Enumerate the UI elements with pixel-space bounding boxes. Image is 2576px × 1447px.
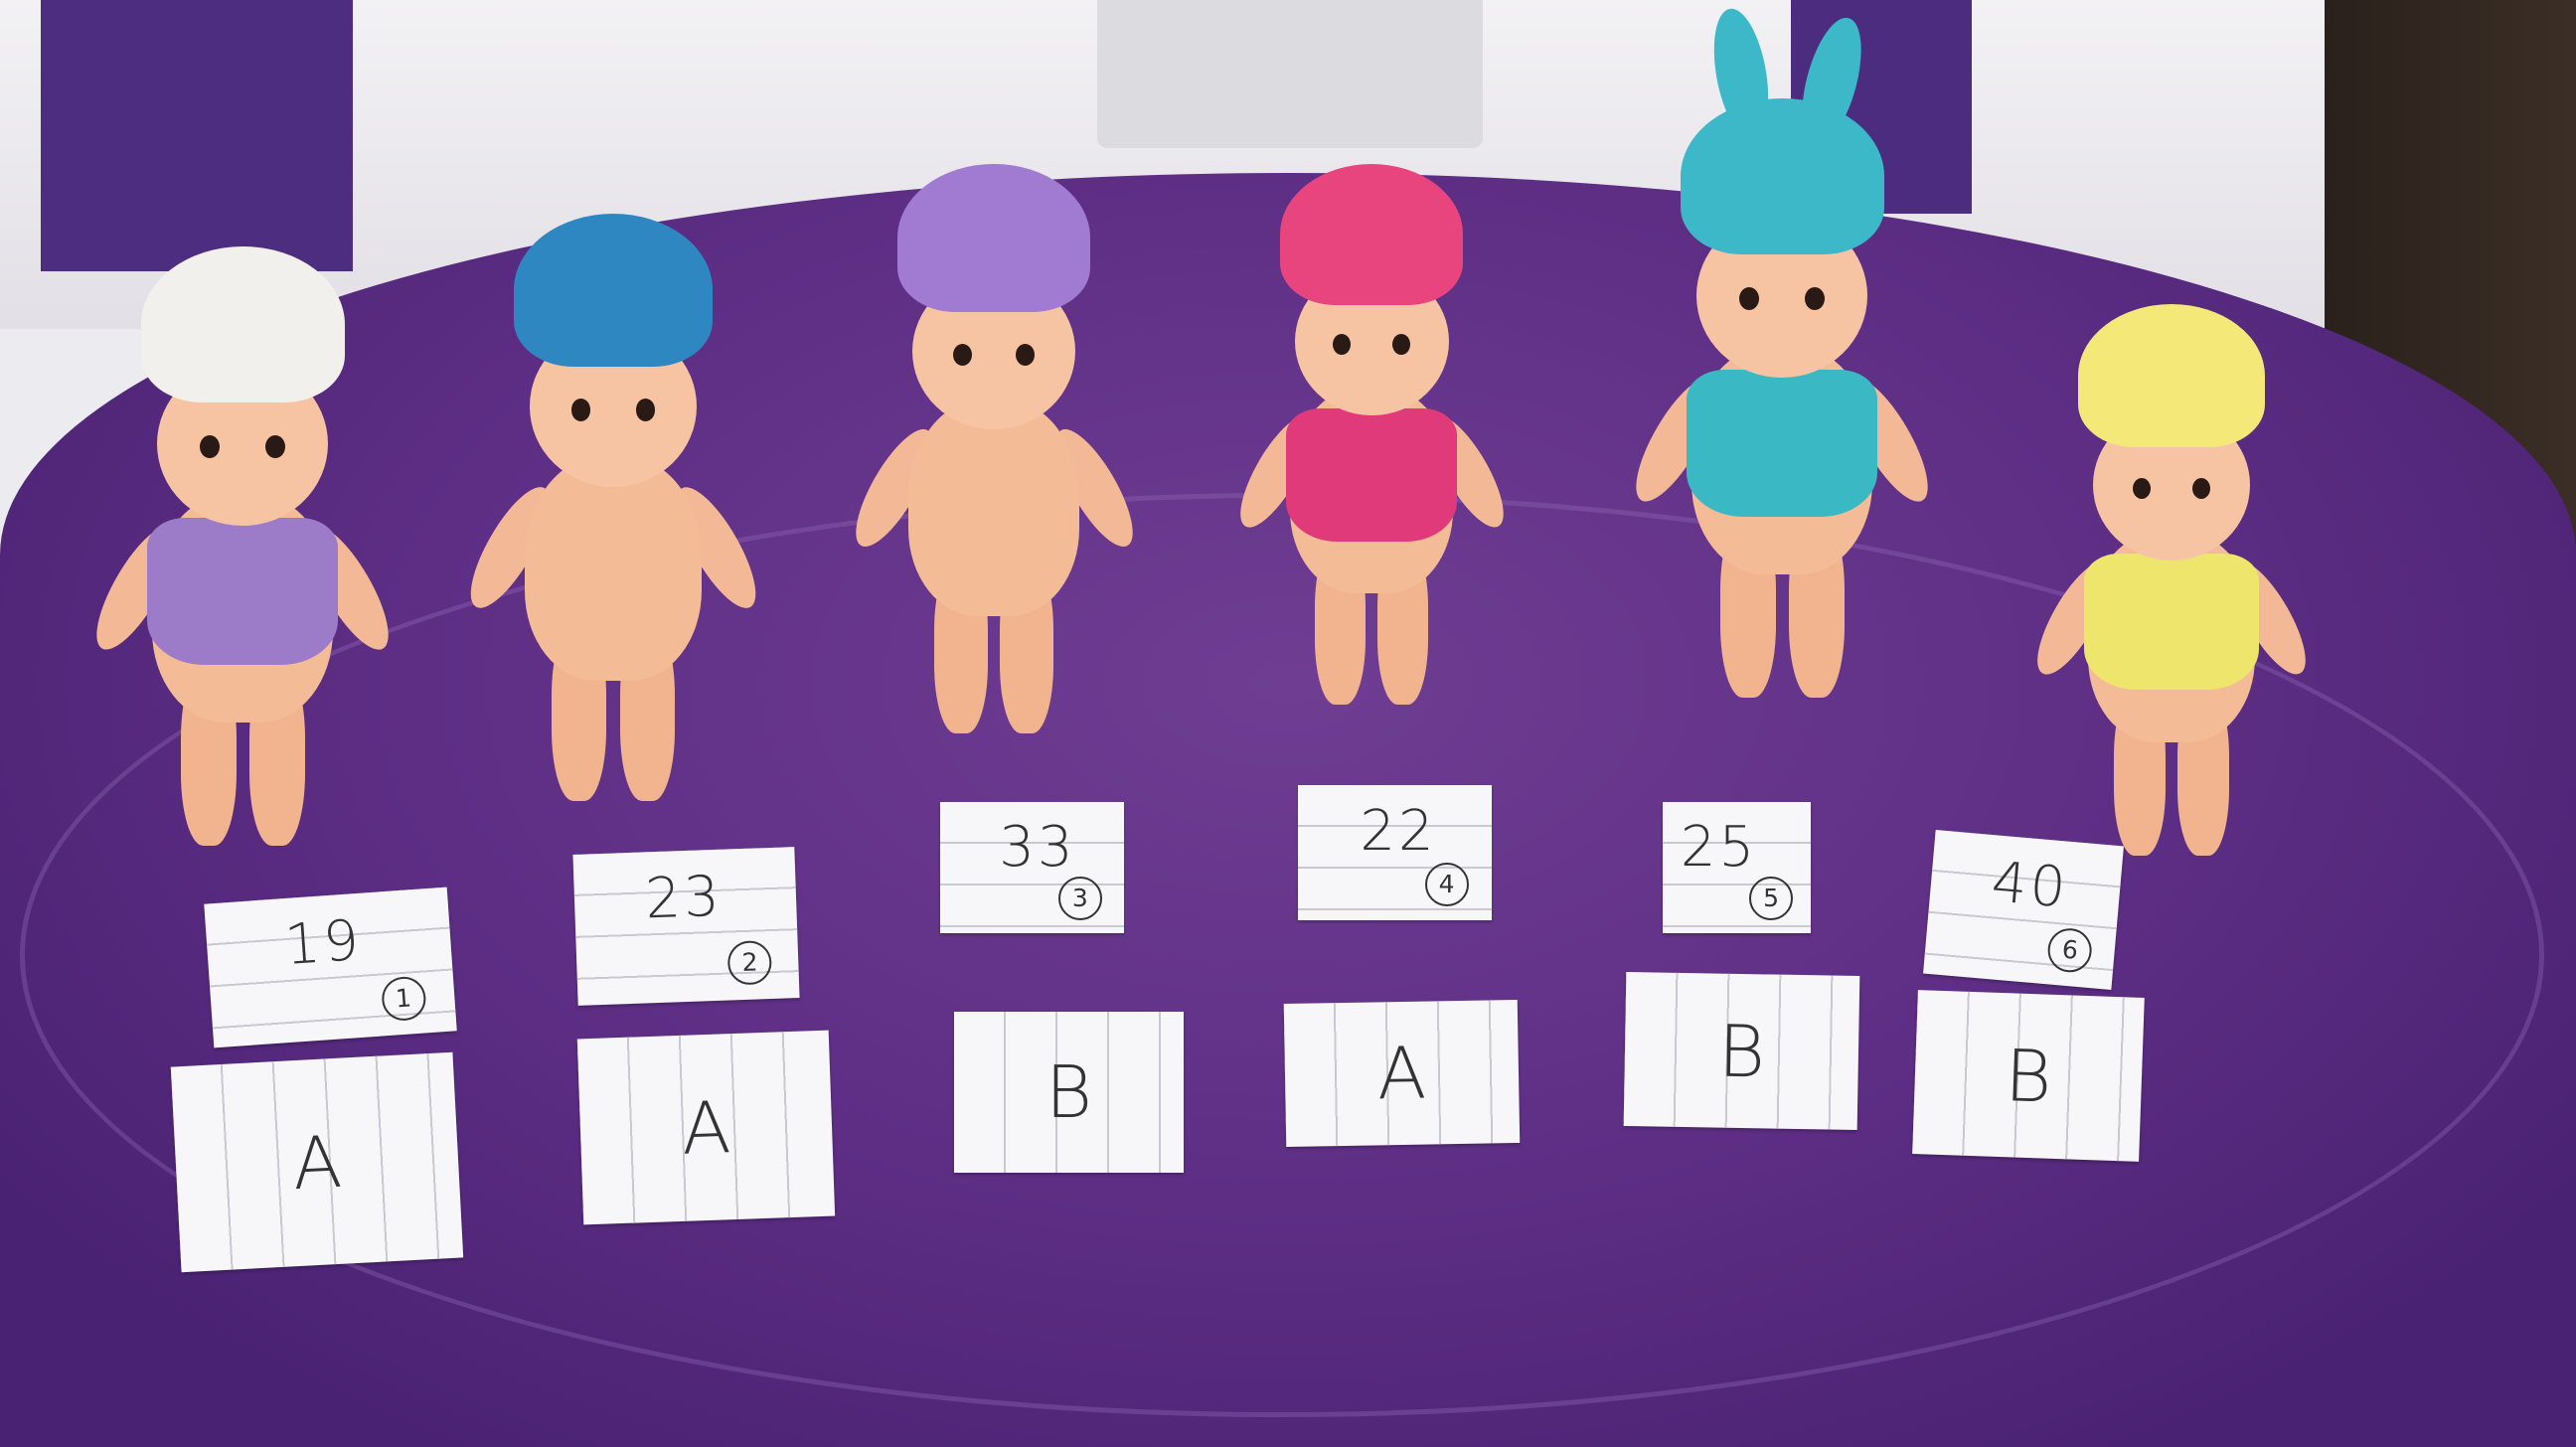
figurine-outfit xyxy=(147,517,339,666)
figurine-hat xyxy=(1680,98,1884,254)
letter-note-5: B xyxy=(1623,971,1860,1131)
eye xyxy=(953,343,972,366)
number-note-6: 40 6 xyxy=(1923,829,2124,991)
note-index: 1 xyxy=(380,974,427,1022)
note-number: 19 xyxy=(282,907,365,978)
figurine-hat xyxy=(513,214,714,367)
note-index: 6 xyxy=(2046,925,2094,974)
figurine-hat xyxy=(2077,304,2266,448)
letter-note-4: A xyxy=(1283,999,1521,1148)
note-number: 22 xyxy=(1360,798,1437,864)
figurine-hat xyxy=(1279,164,1464,305)
note-number: 33 xyxy=(999,815,1076,881)
eye xyxy=(2132,477,2151,500)
letter-note-6: B xyxy=(1912,990,2145,1162)
figurine-6 xyxy=(2020,304,2323,879)
number-note-2: 23 2 xyxy=(572,847,800,1006)
figurine-hat xyxy=(140,246,345,402)
number-note-1: 19 1 xyxy=(204,886,457,1048)
note-number: 40 xyxy=(1989,849,2071,921)
wall-panel xyxy=(1097,0,1483,148)
note-letter: A xyxy=(290,1119,344,1206)
figurine-4 xyxy=(1223,164,1520,726)
figurine-outfit xyxy=(1687,369,1878,518)
note-number: 23 xyxy=(644,864,724,932)
letter-note-1: A xyxy=(170,1051,464,1273)
note-index: 4 xyxy=(1424,863,1469,907)
letter-note-2: A xyxy=(576,1030,836,1225)
figurine-hat xyxy=(896,164,1091,313)
figurine-2 xyxy=(452,214,774,826)
note-index: 5 xyxy=(1749,876,1794,920)
note-letter: A xyxy=(680,1084,732,1171)
figurine-outfit xyxy=(1285,407,1458,542)
figurine-outfit xyxy=(2083,553,2260,690)
letter-note-3: B xyxy=(954,1012,1184,1173)
eye xyxy=(1391,334,1410,356)
chair-back-left xyxy=(41,0,353,271)
figurine-5 xyxy=(1618,4,1947,723)
note-letter: B xyxy=(1045,1050,1093,1134)
note-number: 25 xyxy=(1680,815,1758,881)
note-letter: B xyxy=(2003,1033,2054,1119)
eye xyxy=(1016,343,1035,366)
note-index: 2 xyxy=(726,939,773,986)
number-note-5: 25 5 xyxy=(1663,802,1811,933)
photo-scene: 19 1 23 2 33 3 22 4 25 5 40 6 A A B A B B xyxy=(0,0,2576,1447)
number-note-4: 22 4 xyxy=(1298,785,1492,920)
number-note-3: 33 3 xyxy=(940,802,1124,933)
note-letter: A xyxy=(1376,1031,1427,1116)
note-letter: B xyxy=(1717,1009,1766,1093)
note-index: 3 xyxy=(1057,876,1102,920)
figurine-3 xyxy=(838,164,1150,757)
figurine-1 xyxy=(79,246,407,871)
figurine-body xyxy=(907,398,1080,617)
figurine-body xyxy=(524,455,703,681)
eye xyxy=(635,399,656,421)
